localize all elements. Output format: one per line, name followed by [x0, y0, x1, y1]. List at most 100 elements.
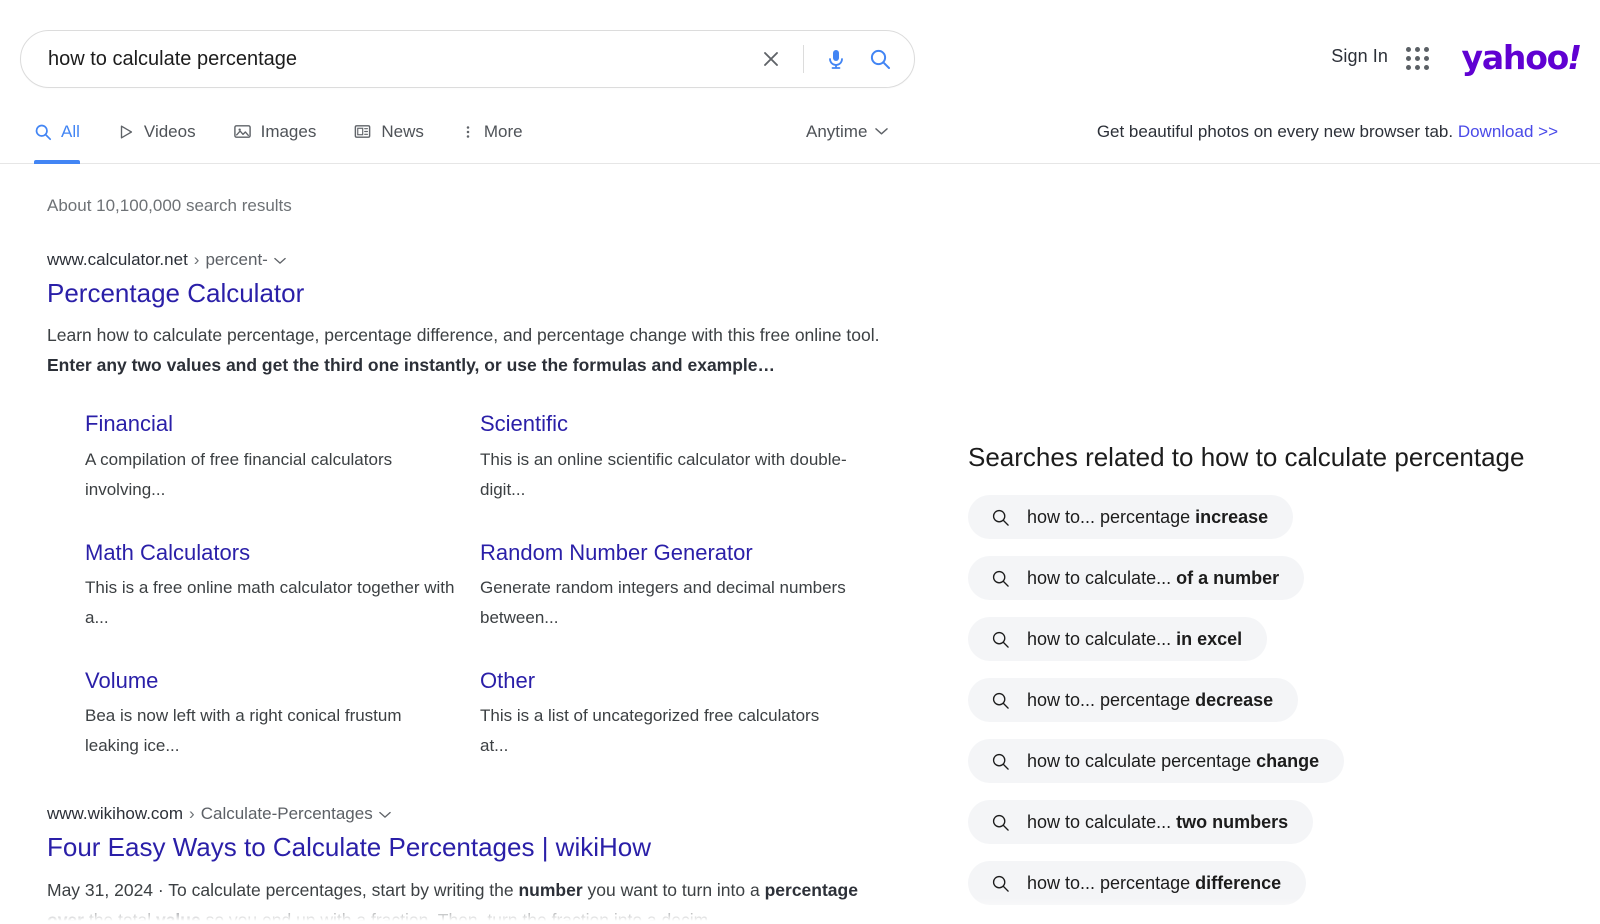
result-1-domain: www.calculator.net	[47, 250, 188, 270]
sitelink-desc: Bea is now left with a right conical fru…	[85, 701, 455, 761]
related-chip-6[interactable]: how to calculate... two numbers	[968, 800, 1313, 844]
search-bar[interactable]	[20, 30, 915, 88]
sitelink-title[interactable]: Math Calculators	[85, 540, 480, 566]
result-2-domain: www.wikihow.com	[47, 804, 183, 824]
related-chip-label: how to... percentage increase	[1027, 507, 1268, 528]
time-filter-dropdown[interactable]: Anytime	[806, 122, 888, 142]
tab-videos[interactable]: Videos	[117, 100, 196, 163]
result-2-snippet: May 31, 2024 · To calculate percentages,…	[47, 875, 892, 924]
sitelink-title[interactable]: Other	[480, 668, 875, 694]
browser-promo-banner: Get beautiful photos on every new browse…	[1097, 122, 1558, 142]
sitelink-desc: This is a free online math calculator to…	[85, 573, 455, 633]
microphone-icon	[826, 48, 846, 70]
image-icon	[233, 122, 252, 141]
sitelink-financial: Financial A compilation of free financia…	[85, 411, 480, 539]
result-1-snippet-bold: Enter any two values and get the third o…	[47, 355, 775, 375]
result-1-snippet-plain: Learn how to calculate percentage, perce…	[47, 325, 879, 345]
result-2-title[interactable]: Four Easy Ways to Calculate Percentages …	[47, 832, 907, 863]
sitelink-title[interactable]: Scientific	[480, 411, 875, 437]
page-content: About 10,100,000 search results www.calc…	[0, 164, 1600, 924]
result-1-sitelinks: Financial A compilation of free financia…	[85, 411, 907, 796]
chevron-down-icon	[875, 127, 888, 136]
kebab-menu-icon	[461, 123, 475, 141]
tab-videos-label: Videos	[144, 122, 196, 142]
breadcrumb-separator: ›	[189, 804, 195, 824]
result-2-date-separator: ·	[158, 880, 164, 900]
tab-more[interactable]: More	[461, 100, 523, 163]
chevron-down-icon[interactable]	[274, 257, 286, 265]
sitelink-title[interactable]: Financial	[85, 411, 480, 437]
related-chip-row: how to calculate... two numbers	[968, 800, 1578, 861]
result-1-title[interactable]: Percentage Calculator	[47, 278, 907, 309]
sitelink-desc: A compilation of free financial calculat…	[85, 445, 455, 505]
close-icon	[761, 49, 781, 69]
related-chip-label: how to... percentage decrease	[1027, 690, 1273, 711]
result-2-snippet-part3: the total	[84, 910, 156, 924]
clear-search-button[interactable]	[749, 37, 793, 81]
yahoo-logo[interactable]: yahoo!	[1462, 38, 1582, 77]
tab-news-label: News	[381, 122, 424, 142]
tab-images-label: Images	[261, 122, 317, 142]
submit-search-button[interactable]	[858, 37, 902, 81]
related-chip-label: how to calculate... in excel	[1027, 629, 1242, 650]
promo-text: Get beautiful photos on every new browse…	[1097, 122, 1453, 141]
play-triangle-icon	[117, 123, 135, 141]
sitelink-volume: Volume Bea is now left with a right coni…	[85, 668, 480, 796]
sign-in-link[interactable]: Sign In	[1331, 46, 1388, 67]
search-divider	[803, 45, 804, 73]
apps-grid-icon[interactable]	[1406, 47, 1434, 69]
related-chip-row: how to... percentage decrease	[968, 678, 1578, 739]
related-chip-2[interactable]: how to calculate... of a number	[968, 556, 1304, 600]
search-icon	[991, 752, 1010, 771]
search-icon	[991, 569, 1010, 588]
voice-search-button[interactable]	[814, 37, 858, 81]
search-vertical-tabs: All Videos Images News	[34, 100, 560, 163]
promo-download-link[interactable]: Download >>	[1458, 122, 1558, 141]
search-icon	[991, 874, 1010, 893]
breadcrumb-separator: ›	[194, 250, 200, 270]
related-chip-7[interactable]: how to... percentage difference	[968, 861, 1306, 905]
result-2-date: May 31, 2024	[47, 880, 153, 900]
tab-all[interactable]: All	[34, 100, 80, 163]
related-chip-row: how to... percentage difference	[968, 861, 1578, 922]
result-2-breadcrumb[interactable]: www.wikihow.com › Calculate-Percentages	[47, 804, 907, 824]
related-chip-4[interactable]: how to... percentage decrease	[968, 678, 1298, 722]
related-chip-row: how to calculate... of a number	[968, 556, 1578, 617]
result-2-path: Calculate-Percentages	[201, 804, 373, 824]
tab-images[interactable]: Images	[233, 100, 317, 163]
chevron-down-icon[interactable]	[379, 811, 391, 819]
related-chip-row: how to calculate percentage change	[968, 739, 1578, 800]
sitelink-title[interactable]: Random Number Generator	[480, 540, 875, 566]
related-chip-1[interactable]: how to... percentage increase	[968, 495, 1293, 539]
related-chip-row: how to... percentage increase	[968, 495, 1578, 556]
tab-more-label: More	[484, 122, 523, 142]
search-icon	[991, 508, 1010, 527]
results-column: About 10,100,000 search results www.calc…	[47, 164, 907, 924]
result-2-snippet-part4: so you end up with a fraction. Then, tur…	[201, 910, 726, 924]
tab-all-label: All	[61, 122, 80, 142]
related-chip-3[interactable]: how to calculate... in excel	[968, 617, 1267, 661]
result-1-snippet: Learn how to calculate percentage, perce…	[47, 320, 892, 380]
yahoo-logo-bang: !	[1567, 38, 1581, 77]
tab-news[interactable]: News	[353, 100, 424, 163]
sitelink-other: Other This is a list of uncategorized fr…	[480, 668, 875, 796]
newspaper-icon	[353, 122, 372, 141]
page-header: Sign In yahoo!	[0, 0, 1600, 100]
search-input[interactable]	[21, 31, 749, 87]
search-icon	[991, 691, 1010, 710]
sitelink-title[interactable]: Volume	[85, 668, 480, 694]
result-2-snippet-part2: you want to turn into a	[583, 880, 765, 900]
sitelink-math-calculators: Math Calculators This is a free online m…	[85, 540, 480, 668]
search-icon	[991, 813, 1010, 832]
sitelink-desc: This is an online scientific calculator …	[480, 445, 850, 505]
related-searches-column: Searches related to how to calculate per…	[968, 164, 1578, 924]
related-searches-header: Searches related to how to calculate per…	[968, 442, 1578, 473]
search-result-1: www.calculator.net › percent- Percentage…	[47, 250, 907, 796]
related-chip-5[interactable]: how to calculate percentage change	[968, 739, 1344, 783]
related-chip-label: how to... percentage difference	[1027, 873, 1281, 894]
search-icon	[869, 48, 891, 70]
related-chip-label: how to calculate percentage change	[1027, 751, 1319, 772]
result-1-breadcrumb[interactable]: www.calculator.net › percent-	[47, 250, 907, 270]
related-chip-label: how to calculate... of a number	[1027, 568, 1279, 589]
nav-row: All Videos Images News	[0, 100, 1600, 164]
